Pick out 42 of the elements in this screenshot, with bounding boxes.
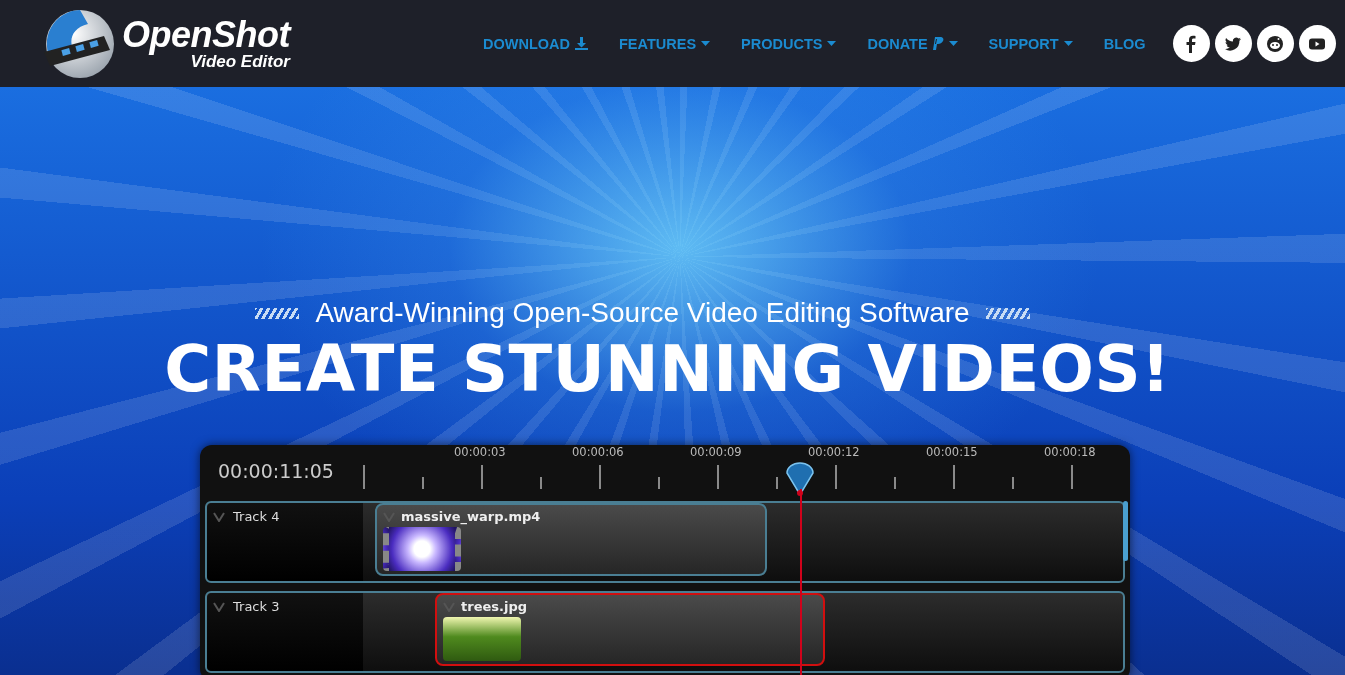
nav-link[interactable]: FEATURES — [619, 35, 711, 52]
playhead-handle[interactable] — [786, 462, 814, 498]
track-header[interactable]: Track 4 — [207, 503, 363, 581]
headline: CREATE STUNNING VIDEOS! — [163, 331, 1172, 408]
play-icon[interactable] — [1298, 25, 1336, 62]
scrollbar-thumb[interactable] — [1123, 501, 1128, 561]
bird-icon[interactable] — [1214, 25, 1252, 62]
tagline: Award-Winning Open-Source Video Editing Software — [315, 297, 970, 329]
timeline-clip[interactable]: trees.jpg — [435, 593, 825, 666]
timeline-clip[interactable]: massive_warp.mp4 — [375, 503, 767, 576]
collapse-icon[interactable] — [213, 602, 225, 612]
nav-link[interactable]: SUPPORT — [988, 35, 1073, 52]
collapse-icon[interactable] — [213, 512, 225, 522]
current-time: 00:00:11:05 — [217, 459, 335, 484]
ruler-label: 00:00:18 — [1044, 445, 1096, 459]
track-header[interactable]: Track 3 — [207, 593, 363, 671]
facebook-icon[interactable] — [1172, 25, 1210, 62]
nav-link[interactable]: BLOG — [1103, 35, 1146, 52]
ruler-label: 00:00:03 — [454, 445, 506, 459]
track-name: Track 3 — [233, 599, 280, 614]
stripes-icon — [255, 307, 300, 319]
logo-wordmark[interactable]: OpenShot — [122, 17, 290, 53]
ruler-label: 00:00:15 — [926, 445, 978, 459]
alien-icon[interactable] — [1256, 25, 1294, 62]
caret-icon — [827, 41, 837, 46]
caret-icon — [701, 41, 711, 46]
ruler-label: 00:00:09 — [690, 445, 742, 459]
ruler-label: 00:00:12 — [808, 445, 860, 459]
caret-icon — [1063, 41, 1073, 46]
ruler-label: 00:00:06 — [572, 445, 624, 459]
download-icon — [575, 37, 588, 50]
stripes-icon — [985, 307, 1030, 319]
track-name: Track 4 — [233, 509, 280, 524]
caret-icon — [948, 41, 958, 46]
nav-link[interactable]: DONATE — [867, 35, 958, 52]
logo-subtitle: Video Editor — [190, 53, 290, 70]
nav-link[interactable]: PRODUCTS — [741, 35, 837, 52]
time-ruler[interactable]: 00:00:03 00:00:06 00:00:09 00:00:12 00:00:15 00:00:18 — [363, 445, 1130, 499]
clip-name: massive_warp.mp4 — [401, 509, 541, 524]
clip-name: trees.jpg — [461, 599, 527, 614]
paypal-icon — [932, 37, 944, 50]
nav-link[interactable]: DOWNLOAD — [483, 35, 588, 52]
